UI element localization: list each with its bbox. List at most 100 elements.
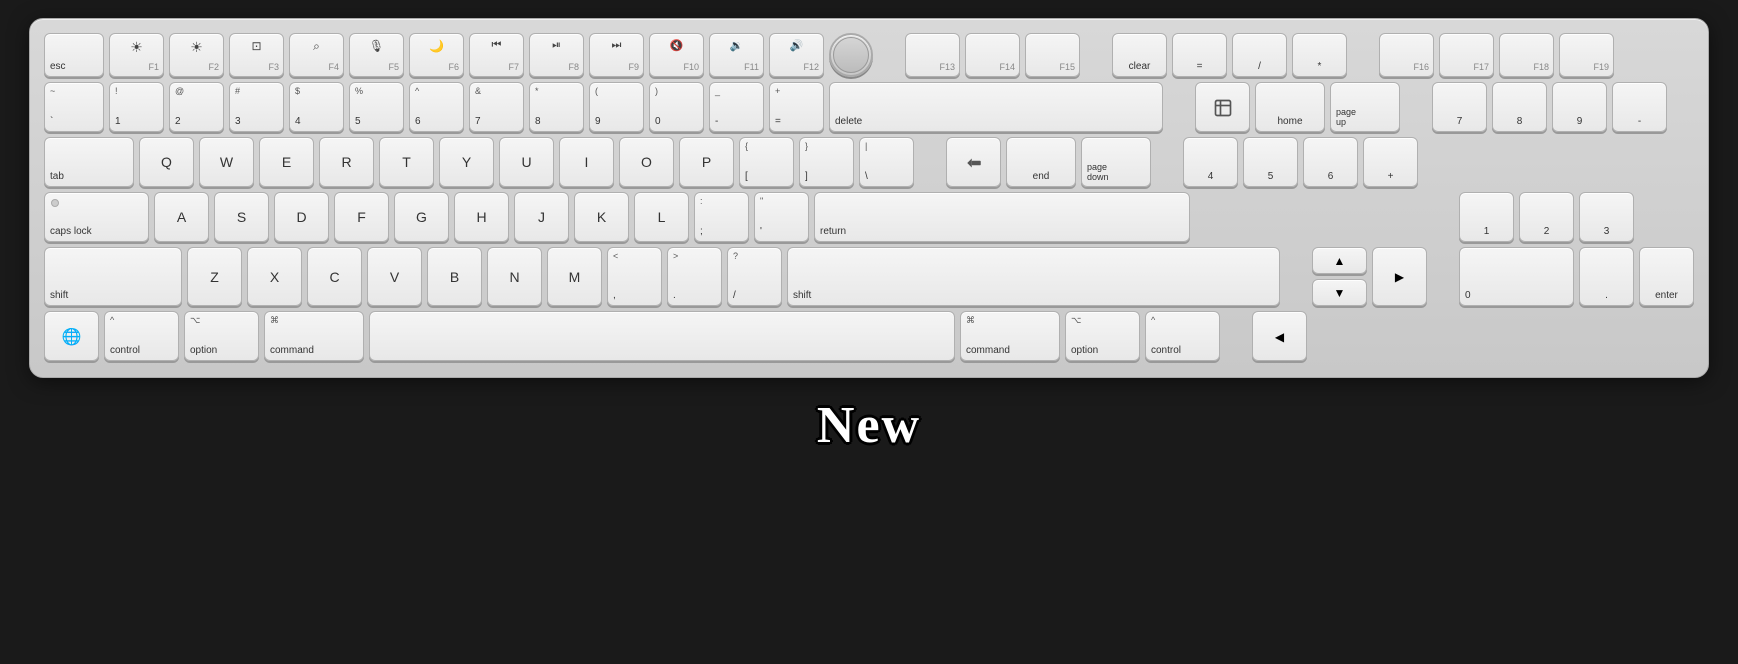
4-key[interactable]: $ 4 bbox=[289, 82, 344, 132]
l-key[interactable]: L bbox=[634, 192, 689, 242]
fwddel-key[interactable] bbox=[946, 137, 1001, 187]
right-shift-key[interactable]: shift bbox=[787, 247, 1280, 306]
f7-key[interactable]: ⏮ F7 bbox=[469, 33, 524, 77]
numpad-star-key[interactable]: * bbox=[1292, 33, 1347, 77]
numpad-6-key[interactable]: 6 bbox=[1303, 137, 1358, 187]
left-arrow-key[interactable]: ◀ bbox=[1252, 311, 1307, 361]
backslash-key[interactable]: | \ bbox=[859, 137, 914, 187]
n-key[interactable]: N bbox=[487, 247, 542, 306]
globe-key[interactable]: 🌐 bbox=[44, 311, 99, 361]
delete-key[interactable]: delete bbox=[829, 82, 1163, 132]
f1-key[interactable]: ☀ F1 bbox=[109, 33, 164, 77]
left-option-key[interactable]: ⌥ option bbox=[184, 311, 259, 361]
z-key[interactable]: Z bbox=[187, 247, 242, 306]
f19-key[interactable]: F19 bbox=[1559, 33, 1614, 77]
right-command-key[interactable]: ⌘ command bbox=[960, 311, 1060, 361]
k-key[interactable]: K bbox=[574, 192, 629, 242]
2-key[interactable]: @ 2 bbox=[169, 82, 224, 132]
numpad-4-key[interactable]: 4 bbox=[1183, 137, 1238, 187]
right-control-key[interactable]: ^ control bbox=[1145, 311, 1220, 361]
f13-key[interactable]: F13 bbox=[905, 33, 960, 77]
numlock-key[interactable] bbox=[1195, 82, 1250, 132]
h-key[interactable]: H bbox=[454, 192, 509, 242]
numpad-9-key[interactable]: 9 bbox=[1552, 82, 1607, 132]
right-option-key[interactable]: ⌥ option bbox=[1065, 311, 1140, 361]
spacebar-key[interactable] bbox=[369, 311, 955, 361]
v-key[interactable]: V bbox=[367, 247, 422, 306]
f17-key[interactable]: F17 bbox=[1439, 33, 1494, 77]
slash-key[interactable]: ? / bbox=[727, 247, 782, 306]
rbracket-key[interactable]: } ] bbox=[799, 137, 854, 187]
s-key[interactable]: S bbox=[214, 192, 269, 242]
f16-key[interactable]: F16 bbox=[1379, 33, 1434, 77]
f10-key[interactable]: 🔇 F10 bbox=[649, 33, 704, 77]
f18-key[interactable]: F18 bbox=[1499, 33, 1554, 77]
pageup-key[interactable]: pageup bbox=[1330, 82, 1400, 132]
clear-key[interactable]: clear bbox=[1112, 33, 1167, 77]
numpad-enter-key[interactable]: enter bbox=[1639, 247, 1694, 306]
lbracket-key[interactable]: { [ bbox=[739, 137, 794, 187]
6-key[interactable]: ^ 6 bbox=[409, 82, 464, 132]
power-key[interactable] bbox=[829, 33, 873, 77]
comma-key[interactable]: < , bbox=[607, 247, 662, 306]
up-arrow-key[interactable]: ▲ bbox=[1312, 247, 1367, 274]
semicolon-key[interactable]: : ; bbox=[694, 192, 749, 242]
f15-key[interactable]: F15 bbox=[1025, 33, 1080, 77]
numpad-dot-key[interactable]: . bbox=[1579, 247, 1634, 306]
f5-key[interactable]: 🎙 F5 bbox=[349, 33, 404, 77]
esc-key[interactable]: esc bbox=[44, 33, 104, 77]
x-key[interactable]: X bbox=[247, 247, 302, 306]
pagedown-key[interactable]: pagedown bbox=[1081, 137, 1151, 187]
end-key[interactable]: end bbox=[1006, 137, 1076, 187]
numpad-0-key[interactable]: 0 bbox=[1459, 247, 1574, 306]
numpad-slash-key[interactable]: / bbox=[1232, 33, 1287, 77]
down-arrow-key[interactable]: ▼ bbox=[1312, 279, 1367, 306]
c-key[interactable]: C bbox=[307, 247, 362, 306]
5-key[interactable]: % 5 bbox=[349, 82, 404, 132]
f6-key[interactable]: 🌙 F6 bbox=[409, 33, 464, 77]
numpad-2-key[interactable]: 2 bbox=[1519, 192, 1574, 242]
f-key[interactable]: F bbox=[334, 192, 389, 242]
b-key[interactable]: B bbox=[427, 247, 482, 306]
p-key[interactable]: P bbox=[679, 137, 734, 187]
tab-key[interactable]: tab bbox=[44, 137, 134, 187]
numpad-plus-key[interactable]: + bbox=[1363, 137, 1418, 187]
8-key[interactable]: * 8 bbox=[529, 82, 584, 132]
7-key[interactable]: & 7 bbox=[469, 82, 524, 132]
f8-key[interactable]: ⏯ F8 bbox=[529, 33, 584, 77]
numpad-1-key[interactable]: 1 bbox=[1459, 192, 1514, 242]
left-command-key[interactable]: ⌘ command bbox=[264, 311, 364, 361]
r-key[interactable]: R bbox=[319, 137, 374, 187]
d-key[interactable]: D bbox=[274, 192, 329, 242]
e-key[interactable]: E bbox=[259, 137, 314, 187]
y-key[interactable]: Y bbox=[439, 137, 494, 187]
numpad-5-key[interactable]: 5 bbox=[1243, 137, 1298, 187]
numpad-equals-key[interactable]: = bbox=[1172, 33, 1227, 77]
f9-key[interactable]: ⏭ F9 bbox=[589, 33, 644, 77]
g-key[interactable]: G bbox=[394, 192, 449, 242]
capslock-key[interactable]: caps lock bbox=[44, 192, 149, 242]
left-control-key[interactable]: ^ control bbox=[104, 311, 179, 361]
numpad-3-key[interactable]: 3 bbox=[1579, 192, 1634, 242]
i-key[interactable]: I bbox=[559, 137, 614, 187]
left-shift-key[interactable]: shift bbox=[44, 247, 182, 306]
period-key[interactable]: > . bbox=[667, 247, 722, 306]
0-key[interactable]: ) 0 bbox=[649, 82, 704, 132]
f4-key[interactable]: ⌕ F4 bbox=[289, 33, 344, 77]
home-key[interactable]: home bbox=[1255, 82, 1325, 132]
q-key[interactable]: Q bbox=[139, 137, 194, 187]
9-key[interactable]: ( 9 bbox=[589, 82, 644, 132]
f12-key[interactable]: 🔊 F12 bbox=[769, 33, 824, 77]
m-key[interactable]: M bbox=[547, 247, 602, 306]
f11-key[interactable]: 🔉 F11 bbox=[709, 33, 764, 77]
a-key[interactable]: A bbox=[154, 192, 209, 242]
numpad-8-key[interactable]: 8 bbox=[1492, 82, 1547, 132]
1-key[interactable]: ! 1 bbox=[109, 82, 164, 132]
quote-key[interactable]: " ' bbox=[754, 192, 809, 242]
numpad-7-key[interactable]: 7 bbox=[1432, 82, 1487, 132]
f2-key[interactable]: ☀ F2 bbox=[169, 33, 224, 77]
numpad-minus-key[interactable]: - bbox=[1612, 82, 1667, 132]
3-key[interactable]: # 3 bbox=[229, 82, 284, 132]
equals-key[interactable]: + = bbox=[769, 82, 824, 132]
minus-key[interactable]: _ - bbox=[709, 82, 764, 132]
